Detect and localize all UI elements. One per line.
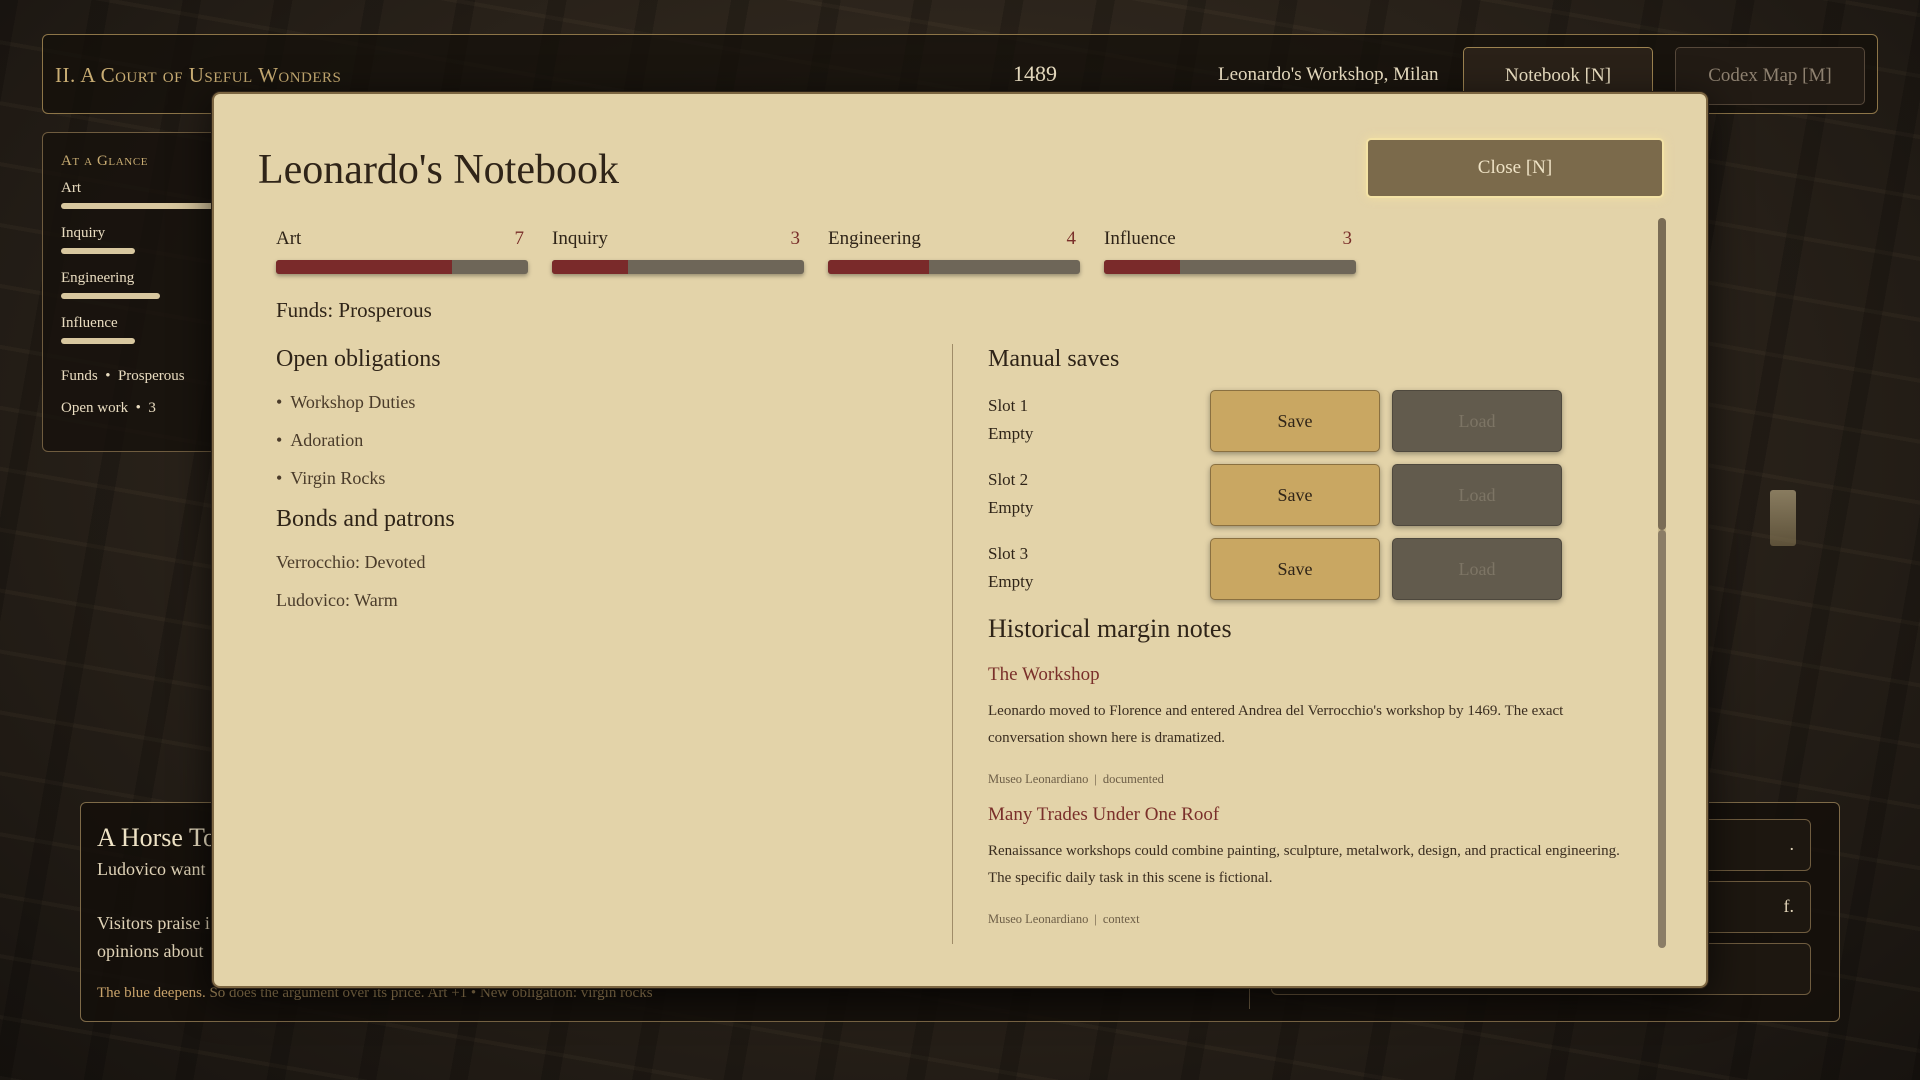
chapter-title: II. A Court of Useful Wonders	[55, 63, 342, 87]
glance-stat-bar	[61, 248, 135, 254]
stat-label: Art	[276, 228, 302, 249]
bond-item: Verrocchio: Devoted	[276, 552, 426, 572]
glance-stat-label: Influence	[61, 315, 118, 331]
location-display: Leonardo's Workshop, Milan	[1218, 64, 1439, 85]
window-light	[1770, 490, 1796, 546]
stat-art: Art 7	[276, 228, 528, 274]
slot-1-state: Empty	[988, 424, 1034, 443]
funds-text: Funds: Prosperous	[276, 298, 432, 322]
glance-stat-engineering: Engineering	[61, 270, 223, 299]
save-slot-3-button[interactable]: Save	[1210, 538, 1380, 600]
save-slot-1-button[interactable]: Save	[1210, 390, 1380, 452]
stat-bar	[552, 260, 804, 274]
obligation-item: Adoration	[276, 430, 363, 451]
scene-subtitle: Ludovico want	[97, 859, 206, 879]
note-title: Many Trades Under One Roof	[988, 804, 1220, 825]
note-source: Museo Leonardiano | context	[988, 912, 1140, 927]
load-slot-1-button[interactable]: Load	[1392, 390, 1562, 452]
stat-bar	[276, 260, 528, 274]
scene-body: Visitors praise i opinions about	[97, 913, 210, 961]
stat-value: 3	[790, 228, 801, 249]
stat-bar-fill	[1104, 260, 1180, 274]
stat-engineering: Engineering 4	[828, 228, 1080, 274]
glance-funds-label: Funds	[61, 368, 98, 384]
scrollbar-thumb[interactable]	[1658, 218, 1666, 530]
stat-header: Influence 3	[1104, 228, 1356, 250]
stat-bar	[828, 260, 1080, 274]
obligation-item: Workshop Duties	[276, 392, 415, 413]
stat-bar-fill	[276, 260, 453, 274]
notebook-title: Leonardo's Notebook	[258, 147, 619, 193]
note-title: The Workshop	[988, 664, 1100, 685]
glance-funds: Funds • Prosperous	[61, 360, 223, 392]
scrollbar[interactable]	[1658, 218, 1666, 948]
stat-label: Inquiry	[552, 228, 608, 249]
note-source-tag: context	[1102, 912, 1140, 926]
stat-header: Art 7	[276, 228, 528, 250]
notebook-modal: Leonardo's Notebook Close [N] Art 7 Inqu…	[212, 92, 1708, 988]
glance-openwork: Open work • 3	[61, 392, 223, 424]
glance-stat-label: Art	[61, 180, 81, 196]
stat-value: 7	[514, 228, 525, 249]
stat-influence: Influence 3	[1104, 228, 1356, 274]
separator: |	[1094, 912, 1097, 926]
stat-bar-fill	[828, 260, 929, 274]
stat-value: 3	[1342, 228, 1353, 249]
glance-openwork-value: 3	[148, 400, 156, 416]
bond-item: Ludovico: Warm	[276, 590, 398, 610]
stat-bar	[1104, 260, 1356, 274]
note-source: Museo Leonardiano | documented	[988, 772, 1164, 787]
slot-1-name: Slot 1	[988, 396, 1029, 415]
note-source-name: Museo Leonardiano	[988, 912, 1089, 926]
scrollbar-track-lower[interactable]	[1658, 530, 1666, 948]
bonds-heading: Bonds and patrons	[276, 506, 455, 532]
stat-header: Engineering 4	[828, 228, 1080, 250]
slot-3-name: Slot 3	[988, 544, 1029, 563]
glance-stat-label: Inquiry	[61, 225, 106, 241]
glance-stat-bar	[61, 293, 160, 299]
stat-label: Influence	[1104, 228, 1176, 249]
note-body: Leonardo moved to Florence and entered A…	[988, 703, 1564, 746]
glance-stat-art: Art	[61, 180, 251, 209]
note-body: Renaissance workshops could combine pain…	[988, 843, 1620, 886]
bullet: •	[101, 368, 115, 384]
glance-stat-inquiry: Inquiry	[61, 225, 223, 254]
stat-header: Inquiry 3	[552, 228, 804, 250]
slot-2-name: Slot 2	[988, 470, 1029, 489]
saves-heading: Manual saves	[988, 346, 1120, 372]
bullet: •	[131, 400, 145, 416]
glance-meta: Funds • Prosperous Open work • 3	[61, 360, 223, 424]
obligation-item: Virgin Rocks	[276, 468, 385, 489]
save-slot-2-button[interactable]: Save	[1210, 464, 1380, 526]
separator: |	[1094, 772, 1097, 786]
close-button[interactable]: Close [N]	[1366, 138, 1664, 198]
glance-openwork-label: Open work	[61, 400, 129, 416]
glance-stat-influence: Influence	[61, 315, 223, 344]
slot-2-state: Empty	[988, 498, 1034, 517]
stat-bar-fill	[552, 260, 628, 274]
glance-stat-label: Engineering	[61, 270, 135, 286]
obligations-heading: Open obligations	[276, 346, 441, 372]
column-divider	[952, 344, 953, 944]
stat-inquiry: Inquiry 3	[552, 228, 804, 274]
year-display: 1489	[1013, 61, 1057, 86]
scene-footer-highlight: The blue deepens.	[97, 985, 206, 1001]
load-slot-3-button[interactable]: Load	[1392, 538, 1562, 600]
scene-title: A Horse To	[97, 823, 217, 852]
notes-heading: Historical margin notes	[988, 614, 1232, 643]
stat-label: Engineering	[828, 228, 921, 249]
note-source-tag: documented	[1102, 772, 1164, 786]
load-slot-2-button[interactable]: Load	[1392, 464, 1562, 526]
stat-value: 4	[1066, 228, 1077, 249]
glance-stat-bar	[61, 338, 135, 344]
note-source-name: Museo Leonardiano	[988, 772, 1089, 786]
glance-title: At a Glance	[61, 153, 149, 169]
glance-funds-value: Prosperous	[117, 368, 185, 384]
slot-3-state: Empty	[988, 572, 1034, 591]
